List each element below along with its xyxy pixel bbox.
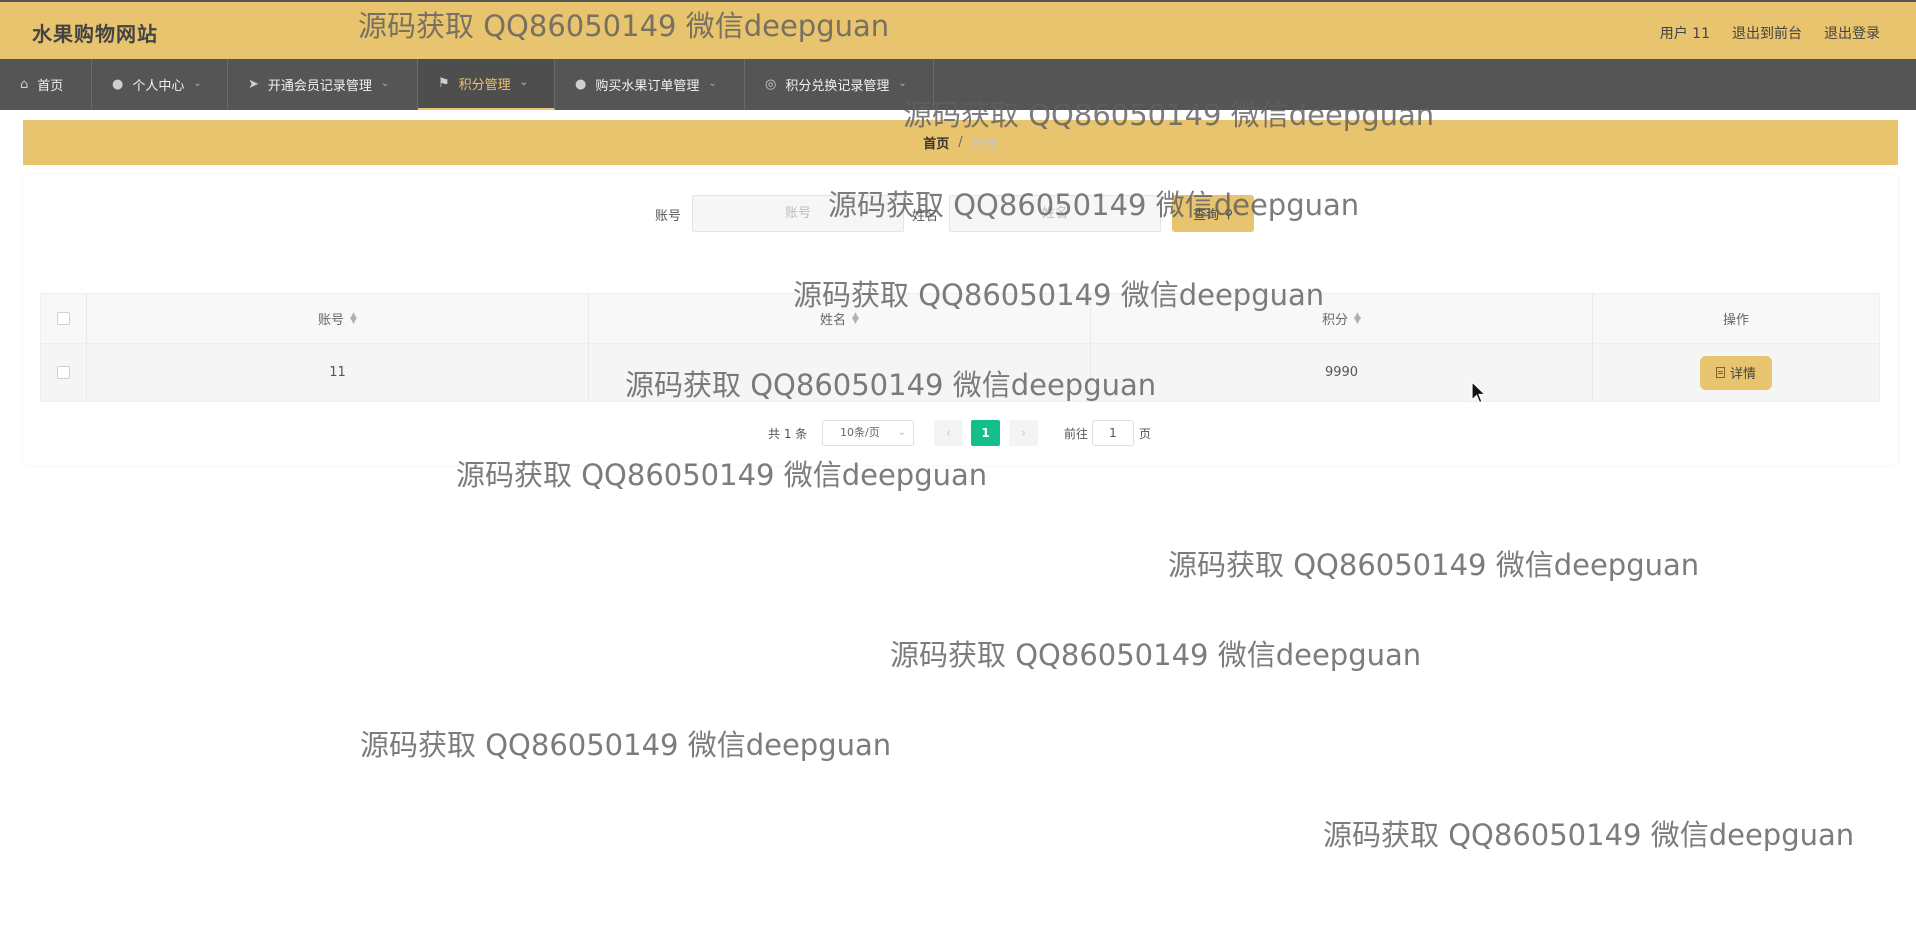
sort-icon[interactable]: ▲ ▼: [852, 311, 859, 325]
nav-item-label: 开通会员记录管理: [267, 79, 372, 94]
breadcrumb-separator: /: [958, 135, 963, 150]
nav-item-fruit-orders[interactable]: ● 购买水果订单管理 ⌄: [555, 59, 745, 110]
chevron-down-icon: ⌄: [708, 78, 717, 89]
page: 水果购物网站 用户 11 退出到前台 退出登录 ⌂ 首页 ● 个人中心 ⌄ ➤ …: [0, 0, 1916, 928]
nav-item-label: 积分兑换记录管理: [785, 79, 890, 94]
user-icon: ●: [112, 77, 124, 92]
account-label: 账号: [655, 209, 682, 224]
breadcrumb-home[interactable]: 首页: [923, 133, 949, 152]
column-header-label: 操作: [1722, 313, 1749, 328]
column-header-label: 积分: [1322, 313, 1349, 328]
page-size-value: 10条/页: [840, 426, 880, 439]
sort-icon[interactable]: ▲ ▼: [1354, 311, 1361, 325]
watermark-text: 源码获取 QQ86050149 微信deepguan: [793, 278, 1325, 312]
chevron-down-icon: ⌄: [897, 427, 906, 438]
goto-page-input[interactable]: 1: [1092, 420, 1134, 446]
mouse-cursor-icon: [1471, 381, 1487, 404]
send-icon: ➤: [248, 77, 259, 92]
watermark-text: 源码获取 QQ86050149 微信deepguan: [360, 728, 892, 762]
site-title: 水果购物网站: [32, 22, 158, 46]
cell-action: 详情: [1593, 344, 1879, 401]
cell-points: 9990: [1091, 344, 1593, 401]
top-header: 水果购物网站 用户 11 退出到前台 退出登录: [0, 0, 1916, 59]
back-to-frontend-link[interactable]: 退出到前台: [1732, 23, 1802, 43]
cell-account: 11: [87, 344, 589, 401]
document-icon: [1715, 367, 1725, 378]
watermark-text: 源码获取 QQ86050149 微信deepguan: [456, 458, 988, 492]
detail-button-label: 详情: [1729, 367, 1756, 382]
column-header-action: 操作: [1593, 294, 1879, 343]
page-number-current[interactable]: 1: [971, 420, 1000, 446]
compass-icon: ◎: [765, 77, 777, 92]
pagination: 共 1 条 10条/页 ⌄ ‹ 1 › 前往 1 页: [23, 420, 1898, 446]
row-select-cell: [41, 344, 87, 401]
nav-item-label: 积分管理: [458, 78, 511, 93]
watermark-text: 源码获取 QQ86050149 微信deepguan: [828, 188, 1360, 222]
column-header-account[interactable]: 账号 ▲ ▼: [87, 294, 589, 343]
breadcrumb-current: 积分: [971, 137, 998, 152]
watermark-text: 源码获取 QQ86050149 微信deepguan: [903, 98, 1435, 132]
select-all-cell: [41, 294, 87, 343]
logout-link[interactable]: 退出登录: [1824, 23, 1880, 43]
chevron-down-icon: ⌄: [898, 78, 907, 89]
chevron-down-icon: ⌄: [193, 78, 202, 89]
detail-button[interactable]: 详情: [1700, 355, 1772, 390]
nav-item-label: 首页: [37, 79, 64, 94]
select-all-checkbox[interactable]: [57, 312, 70, 325]
header-links: 用户 11 退出到前台 退出登录: [1660, 23, 1880, 43]
nav-item-points[interactable]: ⚑ 积分管理 ⌄: [418, 59, 555, 110]
sort-icon[interactable]: ▲ ▼: [350, 311, 357, 325]
chevron-down-icon: ⌄: [380, 78, 390, 89]
chevron-right-icon: ›: [1021, 426, 1026, 440]
nav-item-label: 个人中心: [132, 79, 185, 94]
column-header-label: 账号: [318, 313, 345, 328]
page-size-select[interactable]: 10条/页 ⌄: [822, 420, 914, 446]
nav-item-label: 购买水果订单管理: [595, 79, 700, 94]
watermark-text: 源码获取 QQ86050149 微信deepguan: [1168, 548, 1700, 582]
home-icon: ⌂: [20, 77, 29, 92]
flag-icon: ⚑: [438, 76, 450, 91]
chevron-left-icon: ‹: [946, 426, 951, 440]
page-unit-label: 页: [1139, 427, 1152, 441]
nav-item-personal-center[interactable]: ● 个人中心 ⌄: [92, 59, 228, 110]
row-checkbox[interactable]: [57, 366, 70, 379]
chevron-down-icon: ⌄: [519, 77, 529, 88]
pagination-total: 共 1 条: [768, 427, 808, 441]
watermark-text: 源码获取 QQ86050149 微信deepguan: [890, 638, 1422, 672]
prev-page-button[interactable]: ‹: [934, 420, 963, 446]
watermark-text: 源码获取 QQ86050149 微信deepguan: [358, 9, 890, 43]
watermark-text: 源码获取 QQ86050149 微信deepguan: [625, 368, 1157, 402]
watermark-text: 源码获取 QQ86050149 微信deepguan: [1323, 818, 1855, 852]
goto-label: 前往: [1064, 427, 1089, 441]
current-user-link[interactable]: 用户 11: [1660, 23, 1710, 43]
user-icon: ●: [575, 77, 587, 92]
nav-item-home[interactable]: ⌂ 首页: [0, 59, 92, 110]
nav-item-membership-records[interactable]: ➤ 开通会员记录管理 ⌄: [228, 59, 418, 110]
next-page-button[interactable]: ›: [1009, 420, 1038, 446]
